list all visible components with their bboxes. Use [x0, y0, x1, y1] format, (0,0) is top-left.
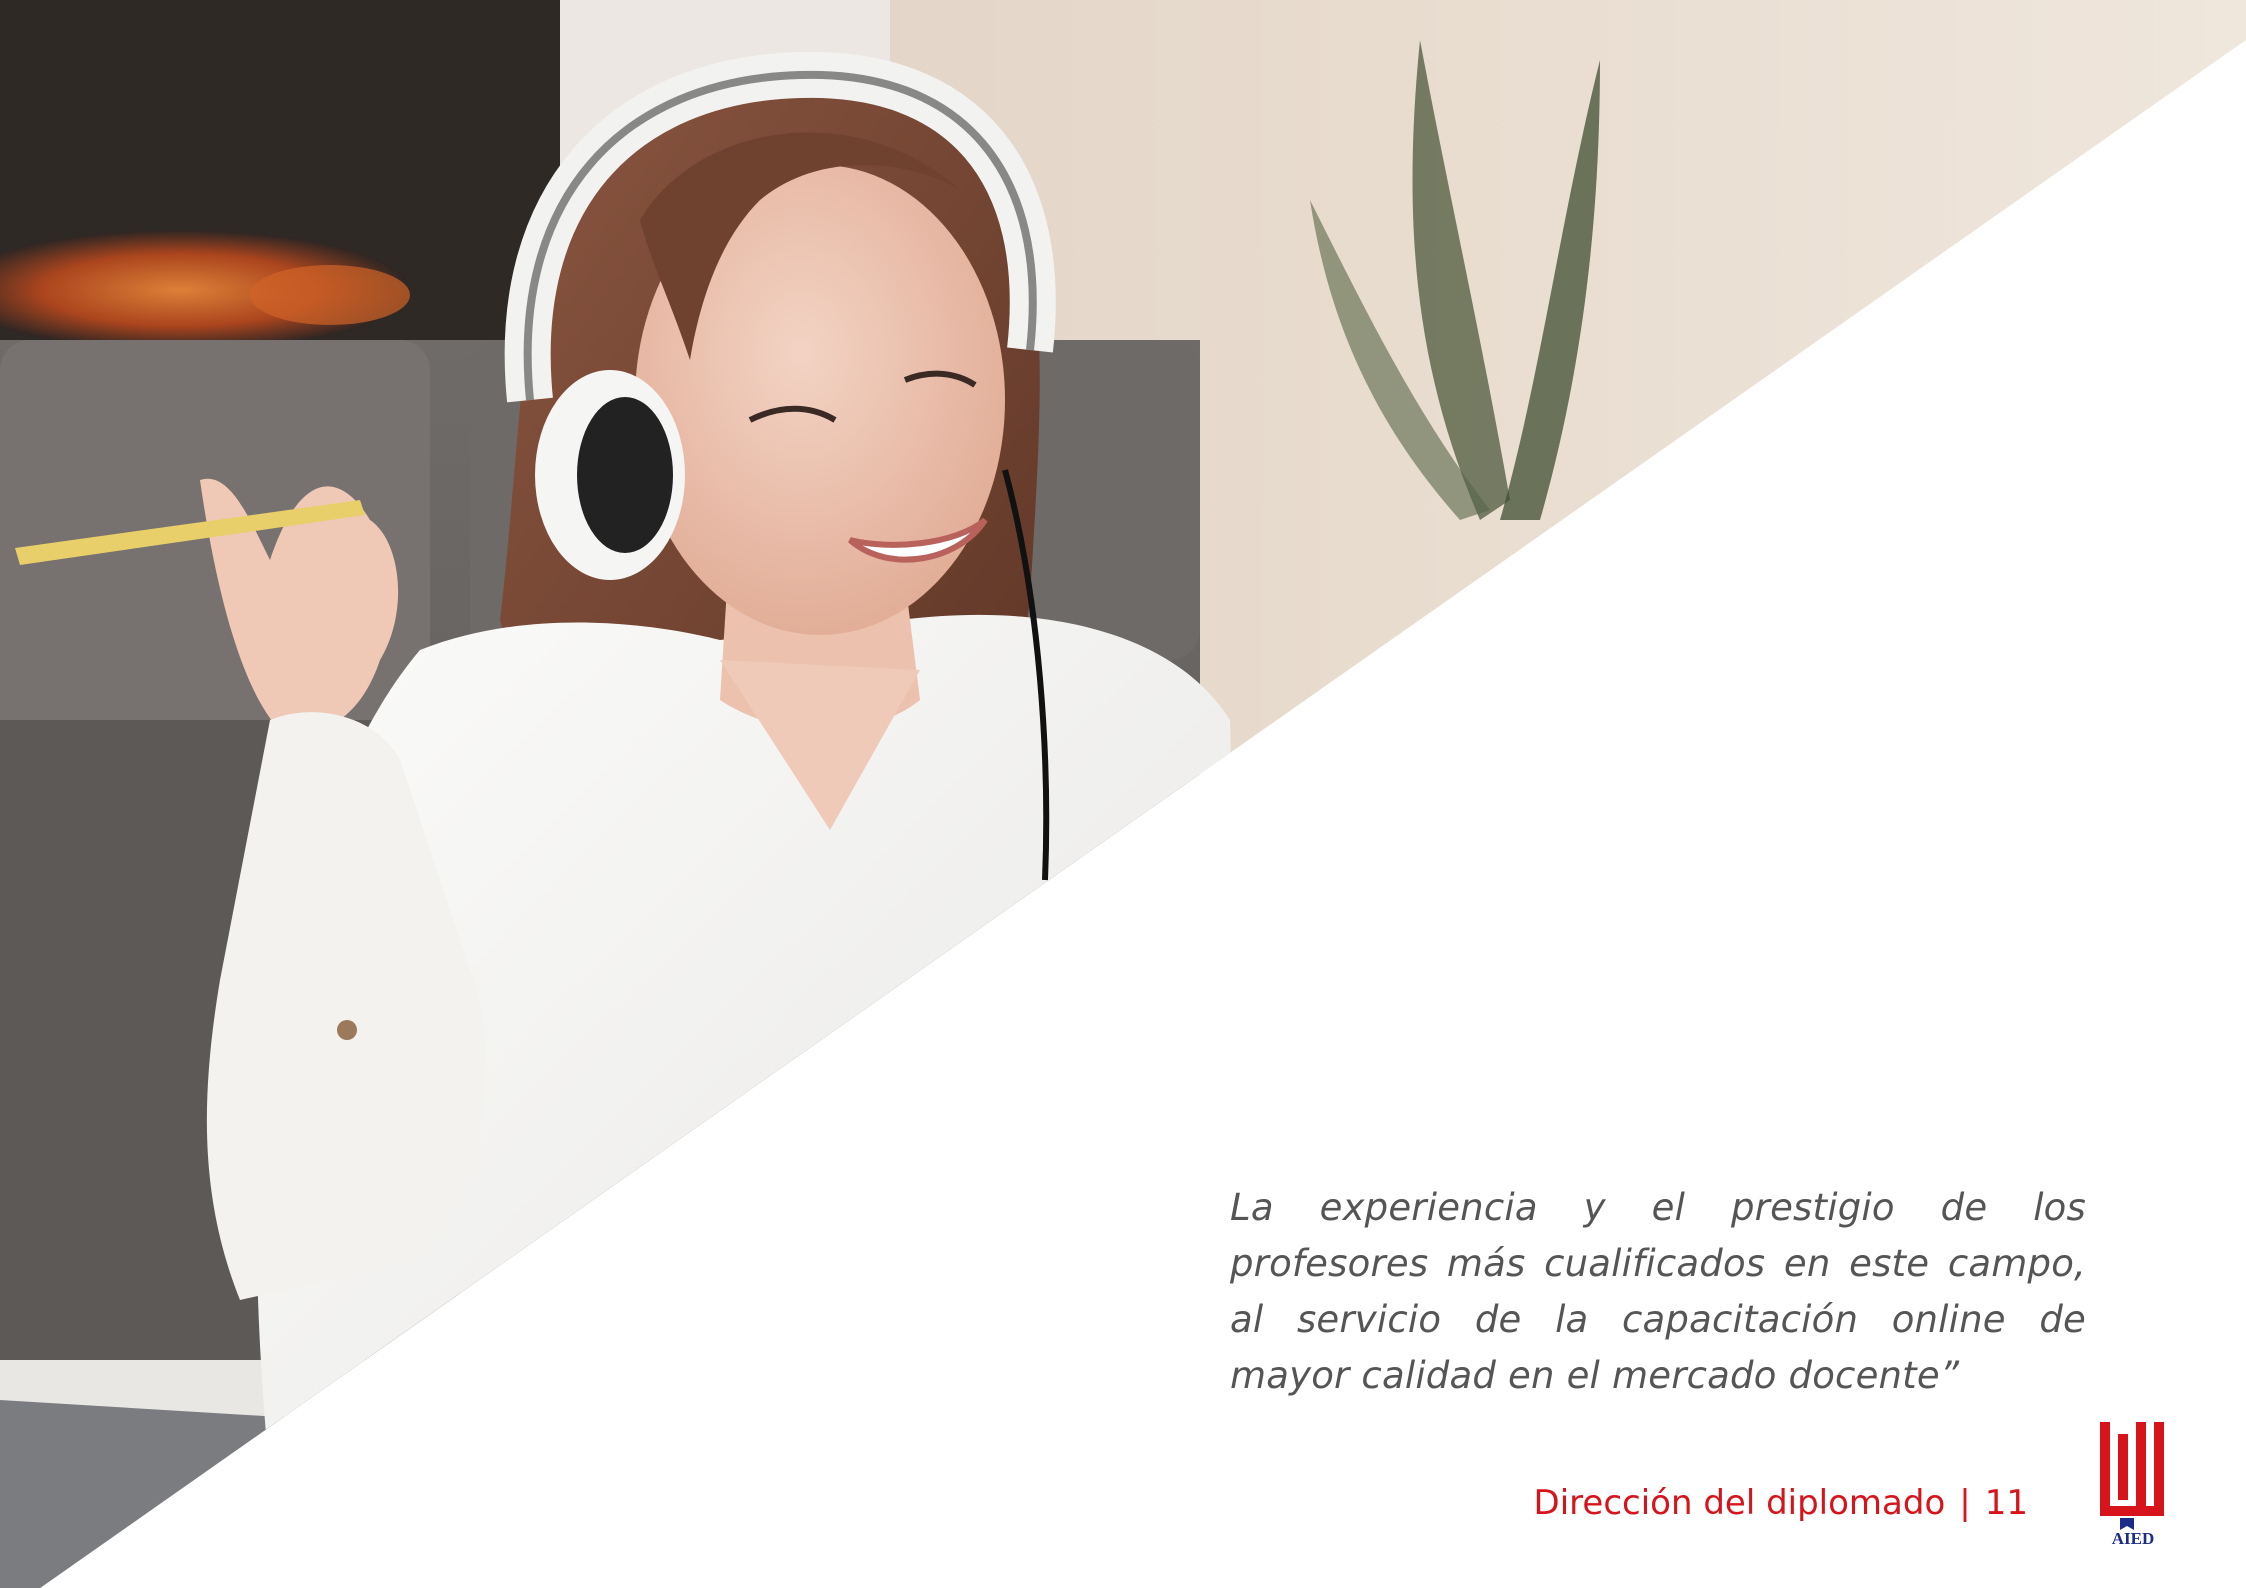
footer-separator: | [1959, 1483, 1971, 1523]
aied-logo: AIED [2100, 1422, 2164, 1548]
page-number: 11 [1984, 1483, 2028, 1523]
testimonial-quote: La experiencia y el prestigio de los pro… [1230, 1186, 2086, 1397]
document-page: La experiencia y el prestigio de los pro… [0, 0, 2246, 1588]
page-footer: Dirección del diplomado | 11 [1534, 1480, 2028, 1526]
logo-wordmark: AIED [2112, 1529, 2155, 1548]
section-title: Dirección del diplomado [1533, 1483, 1946, 1523]
